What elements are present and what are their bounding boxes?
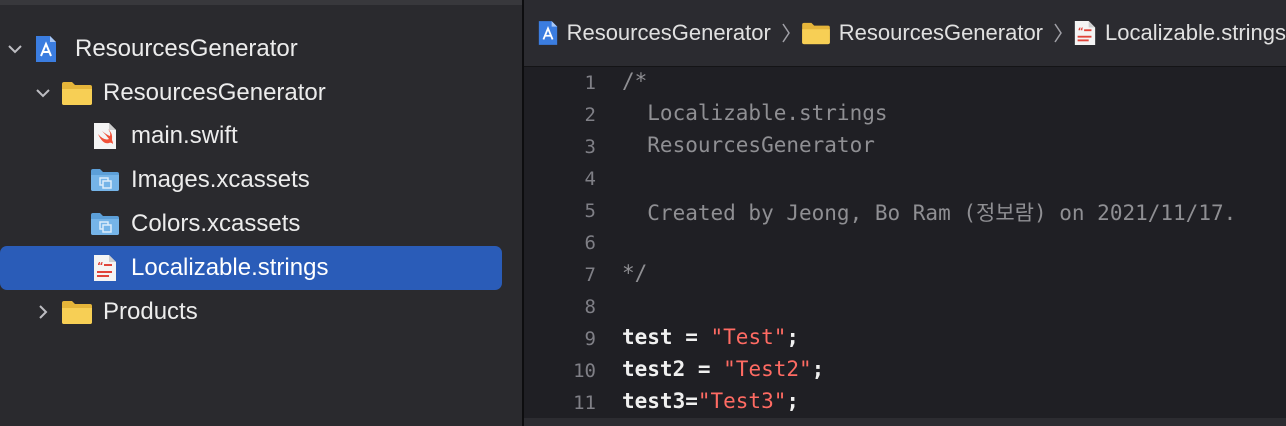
line-number: 11 [573, 392, 596, 414]
line-number: 7 [584, 264, 596, 286]
chevron-down-icon[interactable] [33, 83, 53, 103]
comment-text: ResourcesGenerator [622, 133, 875, 157]
jump-bar-crumb-project[interactable]: ResourcesGenerator [537, 20, 771, 46]
code-line: 5 Created by Jeong, Bo Ram (정보람) on 2021… [524, 196, 1286, 228]
comment-text: */ [622, 261, 648, 285]
crumb-label: Localizable.strings [1105, 20, 1286, 45]
code-line: 2 Localizable.strings [524, 100, 1286, 132]
line-number: 4 [584, 168, 596, 190]
swift-file-icon [92, 122, 118, 157]
xcode-project-icon [34, 35, 58, 70]
svg-text:“: “ [97, 261, 104, 272]
asset-catalog-icon [90, 212, 120, 243]
nav-item-label: Images.xcassets [131, 166, 310, 193]
folder-icon [61, 299, 93, 332]
nav-item-label: ResourcesGenerator [103, 79, 326, 106]
nav-item-asset-catalog[interactable]: Images.xcassets [0, 158, 502, 202]
line-number: 1 [584, 72, 596, 94]
semicolon: ; [786, 325, 800, 349]
nav-item-group[interactable]: ResourcesGenerator [0, 71, 502, 115]
chevron-right-icon[interactable] [33, 302, 53, 322]
string-key: test3= [622, 389, 698, 413]
jump-bar-crumb-file[interactable]: “ Localizable.strings [1073, 20, 1286, 46]
line-number: 6 [584, 232, 596, 254]
svg-text:“: “ [1078, 26, 1084, 37]
chevron-right-icon [781, 22, 791, 44]
code-area[interactable]: 1 /* 2 Localizable.strings 3 ResourcesGe… [524, 66, 1286, 426]
source-editor: ResourcesGenerator ResourcesGenerator “ … [524, 0, 1286, 426]
code-statement: test3="Test3"; [622, 389, 799, 413]
line-number: 10 [573, 360, 596, 382]
nav-item-label: main.swift [131, 122, 238, 149]
asset-catalog-icon [90, 168, 120, 199]
comment-text: /* [622, 69, 648, 93]
line-number: 9 [584, 328, 596, 350]
string-key: test = [622, 325, 711, 349]
jump-bar-crumb-group[interactable]: ResourcesGenerator [801, 20, 1043, 46]
folder-icon [61, 80, 93, 113]
semicolon: ; [786, 389, 800, 413]
chevron-right-icon [1053, 22, 1063, 44]
code-line: 11 test3="Test3"; [524, 388, 1286, 420]
code-line: 7 */ [524, 260, 1286, 292]
code-statement: test = "Test"; [622, 325, 799, 349]
nav-item-file[interactable]: main.swift [0, 114, 502, 158]
code-line: 10 test2 = "Test2"; [524, 356, 1286, 388]
nav-item-label: Localizable.strings [131, 254, 329, 281]
navigator-top-border [0, 0, 522, 5]
code-line: 8 [524, 292, 1286, 324]
line-number: 8 [584, 296, 596, 318]
chevron-down-icon[interactable] [5, 39, 25, 59]
code-line: 4 [524, 164, 1286, 196]
code-line: 1 /* [524, 68, 1286, 100]
string-key: test2 = [622, 357, 724, 381]
nav-item-label: Colors.xcassets [131, 210, 301, 237]
string-value: "Test2" [723, 357, 812, 381]
nav-item-label: Products [103, 298, 198, 325]
string-value: "Test3" [697, 389, 787, 413]
semicolon: ; [811, 357, 825, 381]
line-number: 3 [584, 136, 596, 158]
comment-text: Created by Jeong, Bo Ram (정보람) on 2021/1… [622, 201, 1237, 225]
strings-file-icon: “ [1073, 20, 1097, 46]
jump-bar: ResourcesGenerator ResourcesGenerator “ … [524, 0, 1286, 67]
editor-bottom-edge [524, 418, 1286, 426]
code-line: 6 [524, 228, 1286, 260]
code-line: 9 test = "Test"; [524, 324, 1286, 356]
crumb-label: ResourcesGenerator [566, 20, 771, 45]
nav-item-group[interactable]: Products [0, 290, 502, 334]
project-navigator: ResourcesGenerator ResourcesGenerator ma… [0, 0, 522, 426]
code-line: 3 ResourcesGenerator [524, 132, 1286, 164]
crumb-label: ResourcesGenerator [838, 20, 1044, 45]
code-statement: test2 = "Test2"; [622, 357, 824, 381]
line-number: 5 [584, 200, 596, 222]
nav-item-file-selected[interactable]: “ Localizable.strings [0, 246, 502, 290]
string-value: "Test" [710, 325, 787, 349]
strings-file-icon: “ [92, 254, 118, 289]
line-number: 2 [584, 104, 596, 126]
nav-item-asset-catalog[interactable]: Colors.xcassets [0, 202, 502, 246]
xcode-project-icon [537, 20, 559, 46]
nav-item-label: ResourcesGenerator [75, 35, 298, 62]
nav-item-project[interactable]: ResourcesGenerator [0, 27, 502, 71]
comment-text: Localizable.strings [622, 101, 888, 125]
folder-icon [801, 21, 831, 45]
